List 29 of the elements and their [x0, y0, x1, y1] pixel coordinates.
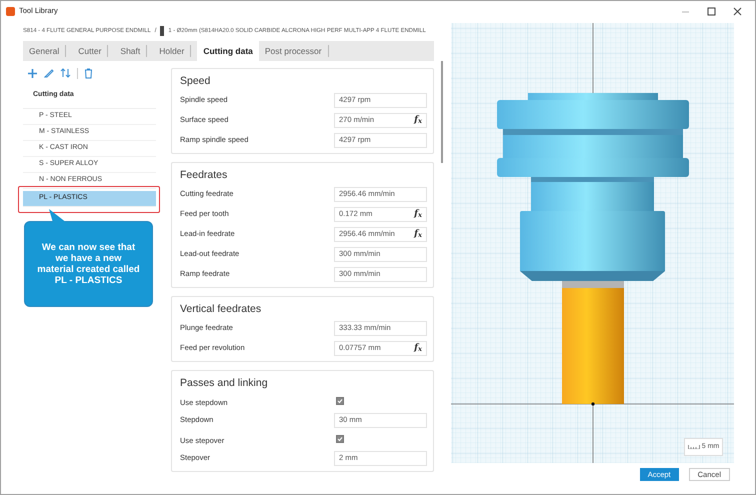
- section-title: Speed: [180, 74, 212, 89]
- formula-icon[interactable]: f$_{x}$: [414, 116, 422, 124]
- close-icon[interactable]: [733, 6, 742, 16]
- tab[interactable]: Cutter: [72, 41, 114, 61]
- checkmark-icon: [337, 398, 343, 404]
- tab[interactable]: Post processor: [258, 41, 335, 61]
- section-title: Passes and linking: [180, 376, 269, 391]
- origin-dot: [591, 402, 595, 406]
- trash-icon[interactable]: [84, 68, 93, 78]
- maximize-icon[interactable]: [707, 6, 716, 16]
- scrollbar[interactable]: [441, 61, 443, 163]
- add-icon[interactable]: [27, 68, 38, 78]
- tab[interactable]: General: [23, 41, 72, 61]
- tool-thumbnail-icon: [160, 26, 164, 36]
- app-logo-icon: [6, 6, 15, 16]
- checkmark-icon: [337, 436, 343, 442]
- tab[interactable]: Cutting data: [197, 41, 259, 61]
- callout-text: We can now see that we have a new material created called PL - PLASTICS: [37, 242, 140, 286]
- section-title: Feedrates: [180, 168, 228, 183]
- section-title: Vertical feedrates: [180, 302, 262, 317]
- pencil-icon[interactable]: [44, 68, 54, 78]
- checkbox[interactable]: [336, 397, 344, 405]
- checkbox[interactable]: [336, 435, 344, 443]
- tab[interactable]: Holder: [153, 41, 198, 61]
- formula-icon[interactable]: f$_{x}$: [414, 230, 422, 238]
- formula-icon[interactable]: f$_{x}$: [414, 210, 422, 218]
- tab[interactable]: Shaft: [114, 41, 154, 61]
- formula-icon[interactable]: f$_{x}$: [414, 344, 422, 352]
- ruler-icon: [688, 445, 700, 449]
